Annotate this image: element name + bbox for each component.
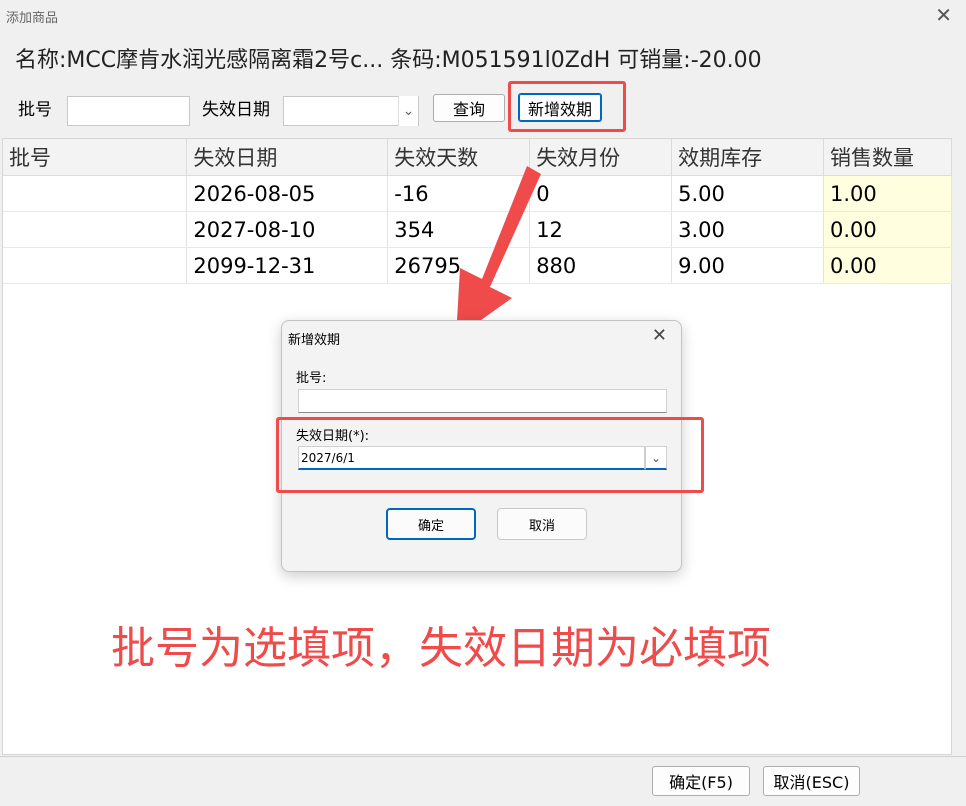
dialog-cancel-button[interactable]: 取消: [497, 508, 587, 540]
dialog-expiry-label: 失效日期(*):: [296, 429, 370, 444]
chevron-down-icon[interactable]: ⌄: [645, 446, 667, 470]
add-expiry-dialog: 新增效期 ✕ 批号: 失效日期(*): 2027/6/1 ⌄ 确定 取消: [281, 320, 682, 572]
close-icon[interactable]: ✕: [652, 325, 667, 346]
arrow-shape: [456, 166, 541, 338]
footer-divider: [0, 756, 966, 757]
dialog-batch-label: 批号:: [296, 371, 327, 386]
dialog-title: 新增效期: [288, 333, 341, 348]
dialog-expiry-input[interactable]: 2027/6/1: [298, 446, 645, 470]
footer-cancel-button[interactable]: 取消(ESC): [763, 766, 860, 796]
dialog-ok-button[interactable]: 确定: [386, 508, 476, 540]
annotation-text: 批号为选填项，失效日期为必填项: [111, 623, 771, 674]
dialog-batch-input[interactable]: [298, 389, 667, 413]
footer-ok-button[interactable]: 确定(F5): [652, 766, 750, 796]
